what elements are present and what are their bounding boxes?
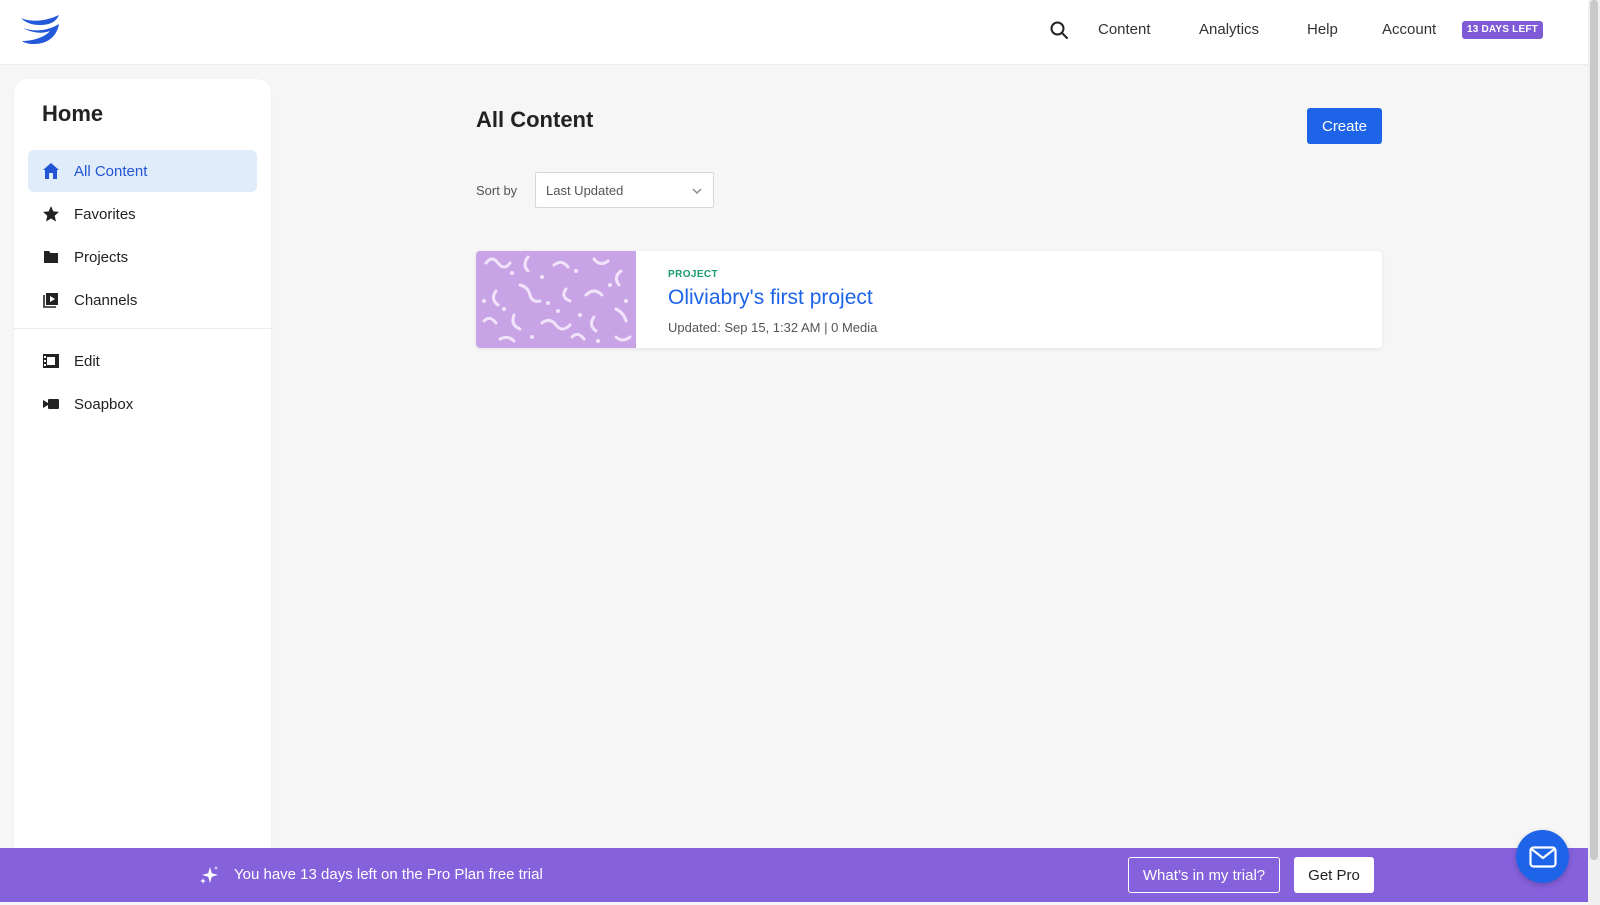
create-button[interactable]: Create <box>1307 108 1382 144</box>
sidebar-item-channels[interactable]: Channels <box>28 279 257 321</box>
banner-text: You have 13 days left on the Pro Plan fr… <box>234 866 543 883</box>
wistia-logo-icon[interactable] <box>20 14 60 46</box>
sidebar-item-projects[interactable]: Projects <box>28 236 257 278</box>
trial-days-badge[interactable]: 13 DAYS LEFT <box>1462 21 1543 39</box>
trial-banner: You have 13 days left on the Pro Plan fr… <box>0 848 1588 902</box>
film-icon <box>43 354 59 368</box>
camera-icon <box>43 399 59 409</box>
scrollbar-thumb[interactable] <box>1590 0 1598 860</box>
chevron-down-icon <box>692 188 702 194</box>
channels-icon <box>43 293 58 308</box>
sidebar-item-label: Channels <box>74 291 138 309</box>
nav-account[interactable]: Account <box>1382 20 1436 40</box>
sidebar-divider <box>14 328 271 329</box>
content-card[interactable]: PROJECT Oliviabry's first project Update… <box>476 251 1382 348</box>
sidebar: Home All Content Favorites Projects Chan… <box>14 79 271 849</box>
sidebar-item-soapbox[interactable]: Soapbox <box>28 383 257 425</box>
chat-button[interactable] <box>1516 830 1569 883</box>
folder-icon <box>44 251 58 263</box>
whats-in-my-trial-button[interactable]: What’s in my trial? <box>1128 857 1280 893</box>
sidebar-item-label: Favorites <box>74 205 136 223</box>
project-thumbnail <box>476 251 636 348</box>
sort-select[interactable]: Last Updated <box>535 172 714 208</box>
card-kind-label: PROJECT <box>668 269 719 280</box>
nav-content[interactable]: Content <box>1098 20 1151 40</box>
sparkle-icon <box>200 866 218 884</box>
sidebar-item-edit[interactable]: Edit <box>28 340 257 382</box>
sidebar-item-favorites[interactable]: Favorites <box>28 193 257 235</box>
sidebar-item-label: Edit <box>74 352 100 370</box>
sidebar-item-label: Projects <box>74 248 129 266</box>
nav-analytics[interactable]: Analytics <box>1199 20 1259 40</box>
star-icon <box>43 206 59 222</box>
sort-value: Last Updated <box>546 182 624 198</box>
page-title: All Content <box>476 107 594 132</box>
sidebar-item-label: Soapbox <box>74 395 134 413</box>
page-scrollbar[interactable] <box>1588 0 1600 905</box>
card-meta: Updated: Sep 15, 1:32 AM | 0 Media <box>668 320 878 335</box>
sidebar-title: Home <box>42 101 104 126</box>
search-icon[interactable] <box>1049 20 1069 40</box>
mail-icon <box>1528 845 1557 868</box>
card-title-link[interactable]: Oliviabry's first project <box>668 286 873 310</box>
sidebar-item-all-content[interactable]: All Content <box>28 150 257 192</box>
home-icon <box>43 163 59 179</box>
nav-help[interactable]: Help <box>1307 20 1338 40</box>
squiggle-pattern-icon <box>482 255 632 343</box>
get-pro-button[interactable]: Get Pro <box>1294 857 1374 893</box>
sort-label: Sort by <box>476 183 518 198</box>
top-nav: Content Analytics Help Account 13 DAYS L… <box>0 0 1588 65</box>
sidebar-item-label: All Content <box>74 162 148 180</box>
